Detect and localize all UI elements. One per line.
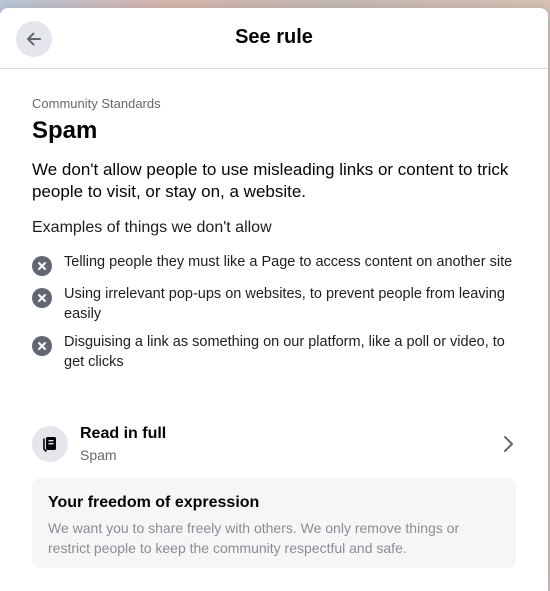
rule-title: Spam xyxy=(32,117,98,144)
read-in-full-link[interactable]: Read in full Spam xyxy=(32,416,518,472)
examples-list: Telling people they must like a Page to … xyxy=(32,252,516,372)
x-circle-icon xyxy=(32,336,52,356)
rule-category: Community Standards xyxy=(32,96,161,111)
examples-heading: Examples of things we don't allow xyxy=(32,219,272,236)
rule-description: We don't allow people to use misleading … xyxy=(32,160,509,201)
list-item: Disguising a link as something on our pl… xyxy=(32,332,516,372)
example-text: Telling people they must like a Page to … xyxy=(64,254,513,270)
chevron-right-icon xyxy=(498,434,518,454)
document-icon xyxy=(32,426,68,462)
example-text: Using irrelevant pop-ups on websites, to… xyxy=(64,286,505,322)
rule-content: Community Standards Spam We don't allow … xyxy=(32,96,516,380)
dialog-header: See rule xyxy=(0,8,548,69)
dialog-title: See rule xyxy=(235,26,313,48)
list-item: Telling people they must like a Page to … xyxy=(32,252,516,276)
read-in-full-subtitle: Spam xyxy=(80,447,117,463)
example-text: Disguising a link as something on our pl… xyxy=(64,334,505,370)
see-rule-dialog: See rule Community Standards Spam We don… xyxy=(0,8,548,591)
freedom-body: We want you to share freely with others.… xyxy=(48,520,460,556)
x-circle-icon xyxy=(32,256,52,276)
freedom-of-expression-card: Your freedom of expression We want you t… xyxy=(32,478,516,568)
x-circle-icon xyxy=(32,288,52,308)
read-in-full-text: Read in full Spam xyxy=(80,425,498,463)
read-in-full-title: Read in full xyxy=(80,425,167,442)
freedom-title: Your freedom of expression xyxy=(48,494,260,511)
list-item: Using irrelevant pop-ups on websites, to… xyxy=(32,284,516,324)
